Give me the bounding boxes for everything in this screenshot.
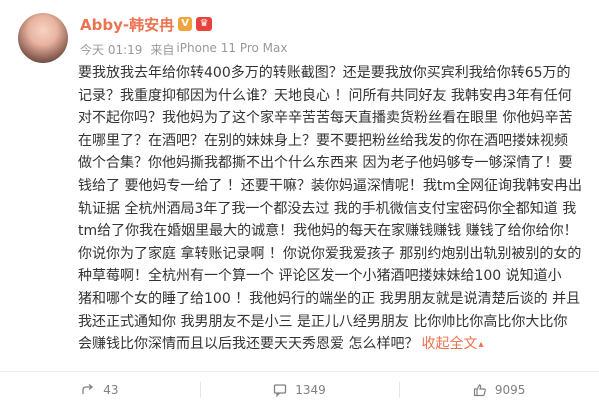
comment-count: 1349 (295, 383, 326, 397)
content-line: 猪和哪个女的睡了给100 ！我他妈行的端坐的正 我男朋友就是说清楚后谈的 并且 (78, 290, 581, 307)
member-crown-icon[interactable]: ♛ (196, 17, 213, 31)
weibo-post: Abby-韩安冉 V ♛ 今天 01:19 来自 iPhone 11 Pro M… (0, 0, 599, 408)
content-line: 种草莓啊！全杭州有一个算一个 评论区发一个小猪酒吧搂妹妹给100 说知道小 (78, 268, 562, 285)
post-content: 要我放我去年给你转400多万的转账截图？还是要我放你买宾利我给你转65万的 记录… (78, 62, 586, 357)
content-line: 轨证据 全杭州酒局3年了我一个都没去过 我的手机微信支付宝密码你全都知道 我 (78, 200, 577, 217)
content-line-last: 会赚钱比你深情而且以后我还要天天秀恩爱 怎么样吧？ 收起全文▴ (78, 333, 586, 357)
verified-badge-icon[interactable]: V (178, 17, 193, 31)
content-text: 会赚钱比你深情而且以后我还要天天秀恩爱 怎么样吧？ (78, 336, 419, 353)
name-row: Abby-韩安冉 V ♛ (80, 14, 213, 35)
post-time[interactable]: 今天 01:19 (80, 41, 142, 58)
source-prefix: 来自 (150, 43, 175, 57)
username[interactable]: Abby-韩安冉 (80, 14, 174, 35)
content-line: 我还正式通知你 我男朋友不是小三 是正儿八经男朋友 比你帅比你高比你大比你 (78, 313, 568, 330)
content-line: 要我放我去年给你转400多万的转账截图？还是要我放你买宾利我给你转65万的 (78, 65, 571, 81)
content-line: 你说你为了家庭 拿转账记录啊 ！你说你爱我爱孩子 那别约炮别出轨别被别的女的 (78, 245, 582, 262)
comment-button[interactable]: 1349 (199, 372, 400, 408)
content-line: tm给了你我在婚姻里最大的诚意！我他妈的每天在家赚钱赚钱 赚钱了给你给你！ (78, 223, 578, 240)
post-meta: 今天 01:19 来自 iPhone 11 Pro Max (80, 41, 288, 58)
forward-button[interactable]: 43 (0, 372, 200, 408)
thumbs-up-icon (473, 384, 486, 397)
action-bar: 43 1349 9095 (0, 372, 599, 408)
avatar[interactable] (18, 13, 68, 63)
content-line: 对不起你吗？我他妈为了这个家辛辛苦苦每天直播卖货粉丝看在眼里 你他妈辛苦 (78, 110, 573, 127)
device-source: iPhone 11 Pro Max (176, 41, 288, 55)
content-line: 钱给了 要他妈专一给了 ！还要干嘛？装你妈逼深情呢！我tm全网征询我韩安冉出 (78, 177, 583, 194)
collapse-caret-icon: ▴ (478, 339, 484, 351)
comment-icon (274, 384, 287, 397)
collapse-label: 收起全文 (421, 336, 478, 353)
content-line: 在哪里了？在酒吧？在别的妹妹身上？要不要把粉丝给我发的你在酒吧搂妹视频 (78, 132, 568, 149)
forward-count: 43 (103, 383, 119, 397)
like-count: 9095 (494, 383, 526, 397)
like-button[interactable]: 9095 (399, 372, 599, 408)
forward-icon (82, 384, 94, 394)
content-line: 记录？我重度抑郁因为什么谁？天地良心 ！问所有共同好友 我韩安冉3年有任何 (78, 87, 572, 104)
collapse-fulltext-link[interactable]: 收起全文▴ (421, 336, 483, 352)
content-line: 做个合集？你他妈撕我都撕不出个什么东西来 因为老子他妈够专一够深情了！要 (78, 155, 573, 172)
